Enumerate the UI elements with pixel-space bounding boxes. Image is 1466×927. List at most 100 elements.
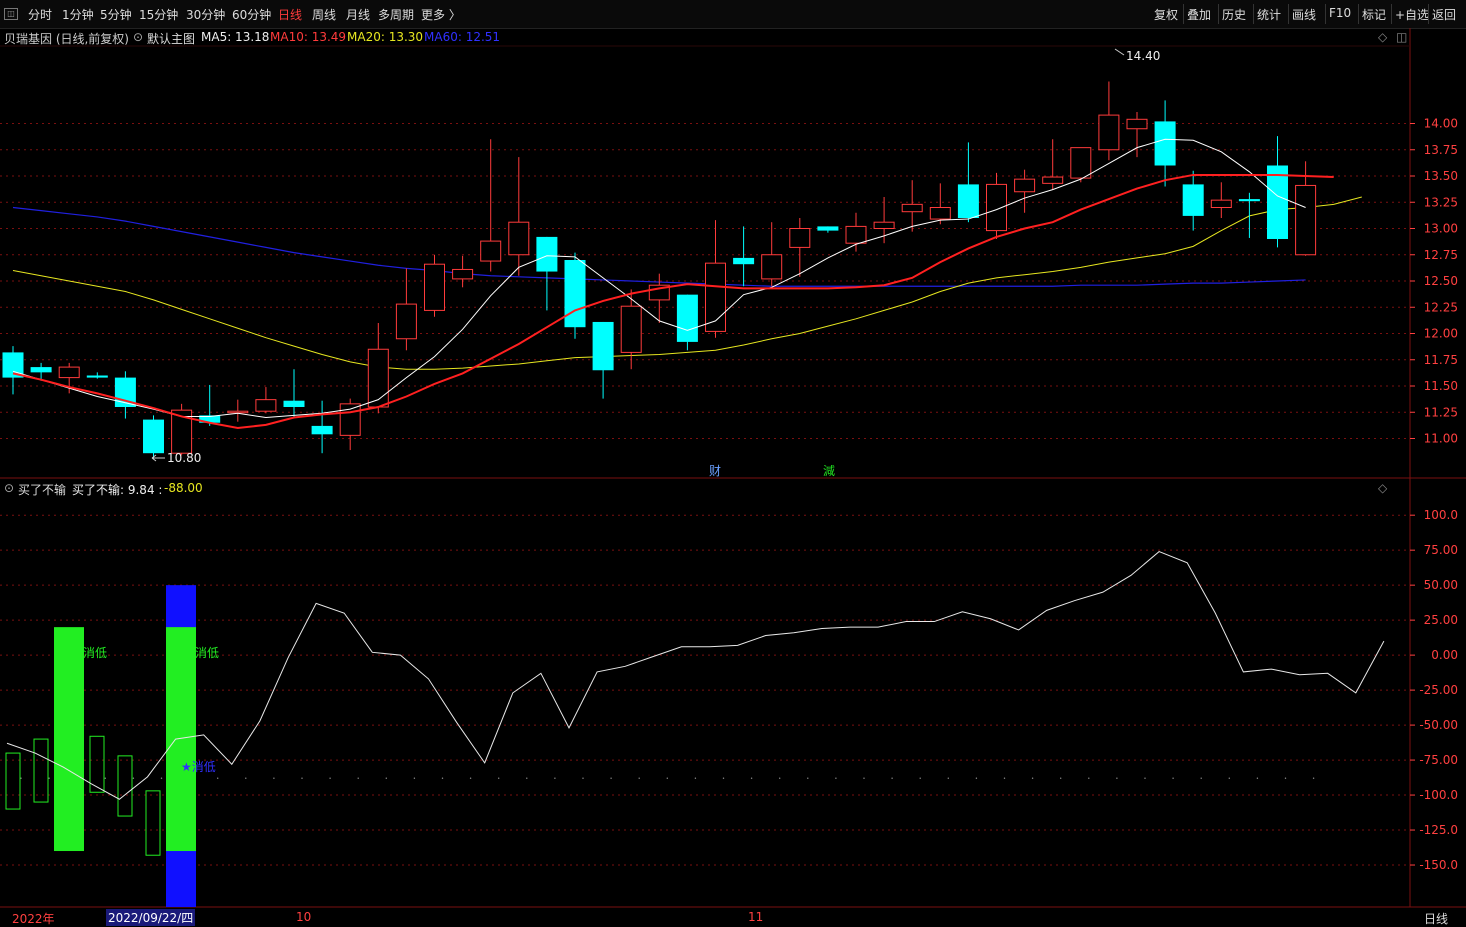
year-label: 2022年 xyxy=(12,912,55,926)
candle-body-up xyxy=(58,366,80,379)
level-dot xyxy=(413,777,416,779)
candle-body-down xyxy=(957,184,979,218)
low-price-label: 10.80 xyxy=(167,451,201,465)
level-dot xyxy=(919,777,921,779)
level-dot xyxy=(975,777,978,779)
template-dropdown-icon[interactable]: ⊙ xyxy=(133,30,143,44)
candle-body-up xyxy=(929,207,951,220)
template-name[interactable]: 默认主图 xyxy=(147,30,195,47)
candle-body-down xyxy=(536,236,558,272)
level-dot xyxy=(638,777,640,779)
level-dot xyxy=(1200,777,1202,779)
candle-body-down xyxy=(1182,184,1204,216)
sub-tick-label: -50.00 xyxy=(1419,718,1458,732)
ma20-label: MA20: 13.30 xyxy=(347,30,424,44)
level-dot xyxy=(1003,777,1006,779)
level-dot xyxy=(863,777,865,779)
sub-tick-label: 75.00 xyxy=(1424,543,1458,557)
level-dot xyxy=(891,777,893,779)
candle-body-up xyxy=(1042,176,1064,184)
jian-marker: 減 xyxy=(823,463,835,478)
candle-body-down xyxy=(733,257,755,265)
main-tick-label: 12.25 xyxy=(1424,300,1458,314)
candle-body-down xyxy=(817,226,839,231)
level-dot xyxy=(750,777,753,779)
candle-body-down xyxy=(1154,121,1176,166)
level-dot xyxy=(1256,777,1259,779)
level-dot xyxy=(160,777,163,779)
level-dot xyxy=(526,777,528,779)
candle-body-up xyxy=(986,183,1007,232)
candle-body-down xyxy=(30,367,52,373)
diamond-icon[interactable]: ◇ xyxy=(1378,30,1387,44)
candle-body-down xyxy=(592,321,614,371)
signal-label: 消低 xyxy=(83,646,107,660)
level-dot xyxy=(779,777,781,779)
candle-body-up xyxy=(1126,118,1148,130)
level-dot xyxy=(1312,777,1315,779)
candle-body-up xyxy=(424,263,445,311)
level-dot xyxy=(217,777,219,779)
level-dot xyxy=(245,777,247,779)
candle-body-up xyxy=(1098,114,1120,151)
main-tick-label: 13.50 xyxy=(1424,169,1458,183)
stock-chart[interactable]: 11.00 11.25 11.50 11.75 12.00 12.25 12.50 12.75… xyxy=(0,0,1466,927)
sub-tick-label: 50.00 xyxy=(1424,578,1458,592)
level-dot xyxy=(301,777,303,779)
main-tick-label: 12.75 xyxy=(1424,248,1458,262)
candle-body-down xyxy=(311,425,333,435)
ma60-label: MA60: 12.51 xyxy=(424,30,501,44)
candle-body-up xyxy=(480,240,502,262)
high-pointer xyxy=(1114,48,1125,56)
diamond-icon-2[interactable]: ◇ xyxy=(1378,481,1387,495)
candle-body-down xyxy=(86,375,108,378)
main-tick-label: 12.00 xyxy=(1424,327,1458,341)
level-dot xyxy=(666,777,668,779)
indicator-name[interactable]: 买了不输 xyxy=(18,481,66,498)
star-signal-label: ★消低 xyxy=(181,760,216,774)
candle-body-up xyxy=(901,203,923,213)
level-dot xyxy=(329,777,331,779)
main-tick-label: 12.50 xyxy=(1424,274,1458,288)
candle-body-up xyxy=(395,303,417,340)
sub-tick-label: -125.0 xyxy=(1419,823,1458,837)
level-dot xyxy=(498,777,500,779)
main-tick-label: 14.00 xyxy=(1424,117,1458,131)
month-11-label: 11 xyxy=(748,910,764,924)
candle-body-down xyxy=(676,294,698,342)
high-price-label: 14.40 xyxy=(1126,49,1160,63)
level-dot xyxy=(385,777,387,779)
candle-body-up xyxy=(227,410,249,414)
indicator-value: 买了不输: 9.84 : xyxy=(72,483,163,497)
candle-body-up xyxy=(1295,184,1317,256)
candle-body-up xyxy=(508,221,530,256)
level-dot xyxy=(132,777,135,779)
candle-body-down xyxy=(1267,165,1288,239)
panel-toggle-icon[interactable]: ◫ xyxy=(1396,30,1407,44)
hollow-signal-box xyxy=(117,755,133,817)
signal-label: 消低 xyxy=(195,646,219,660)
candle-body-up xyxy=(873,221,895,229)
sub-tick-label: -25.00 xyxy=(1419,683,1458,697)
level-dot xyxy=(807,777,809,779)
level-dot xyxy=(722,777,725,779)
sub-tick-label: 0.00 xyxy=(1431,648,1458,662)
candle-body-up xyxy=(255,399,277,412)
level-dot xyxy=(1116,777,1118,779)
sub-tick-label: 100.0 xyxy=(1424,508,1458,522)
level-dot xyxy=(1088,777,1090,779)
ma10-line xyxy=(12,173,1334,430)
level-dot xyxy=(1284,777,1287,779)
indicator-dropdown-icon[interactable]: ⊙ xyxy=(4,481,14,495)
month-10-label: 10 xyxy=(296,910,312,924)
level-dot xyxy=(357,777,359,779)
level-dot xyxy=(20,777,22,779)
main-tick-label: 11.00 xyxy=(1424,432,1458,446)
candle-body-up xyxy=(1070,147,1092,179)
level-dot xyxy=(273,777,275,779)
hollow-signal-box xyxy=(5,752,21,810)
period-indicator: 日线 xyxy=(1424,912,1449,926)
main-tick-label: 11.25 xyxy=(1424,405,1458,419)
candle-body-up xyxy=(845,225,867,244)
candle-body-up xyxy=(789,228,811,248)
